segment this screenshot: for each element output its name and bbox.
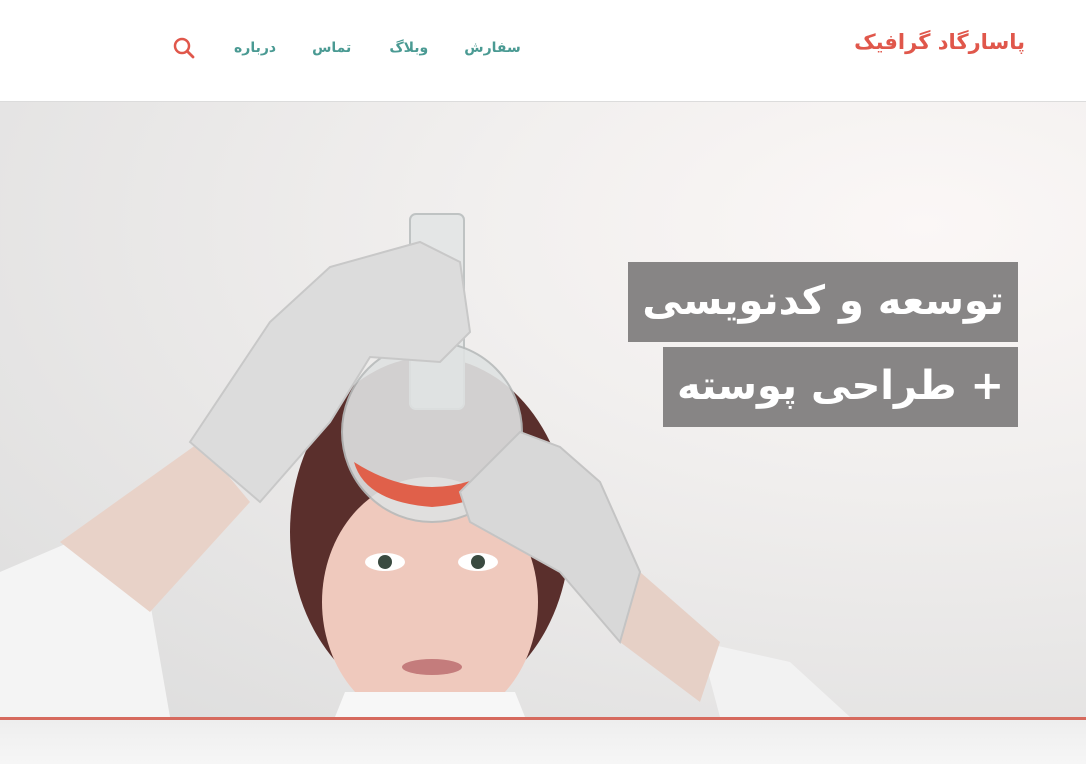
left-iris (378, 555, 392, 569)
nav-link-blog[interactable]: وبلاگ (389, 40, 428, 56)
content-strip (0, 720, 1086, 764)
main-nav: درباره تماس وبلاگ سفارش (170, 36, 521, 60)
brand-logo-text[interactable]: پاسارگاد گرافیک (854, 30, 1025, 54)
collar (335, 692, 525, 717)
mouth (402, 659, 462, 675)
right-sleeve (700, 642, 850, 717)
search-button[interactable] (170, 34, 198, 62)
right-iris (471, 555, 485, 569)
hero-headline: توسعه و کدنویسی + طراحی پوسته (628, 262, 1018, 427)
nav-link-order[interactable]: سفارش (464, 40, 520, 56)
headline-line-1: توسعه و کدنویسی (628, 262, 1018, 342)
nav-link-contact[interactable]: تماس (312, 40, 351, 56)
search-icon (173, 37, 195, 59)
nav-link-about[interactable]: درباره (234, 40, 276, 56)
hero-banner: توسعه و کدنویسی + طراحی پوسته (0, 102, 1086, 717)
site-header: درباره تماس وبلاگ سفارش پاسارگاد گرافیک (0, 0, 1086, 102)
headline-line-2: + طراحی پوسته (663, 347, 1018, 427)
